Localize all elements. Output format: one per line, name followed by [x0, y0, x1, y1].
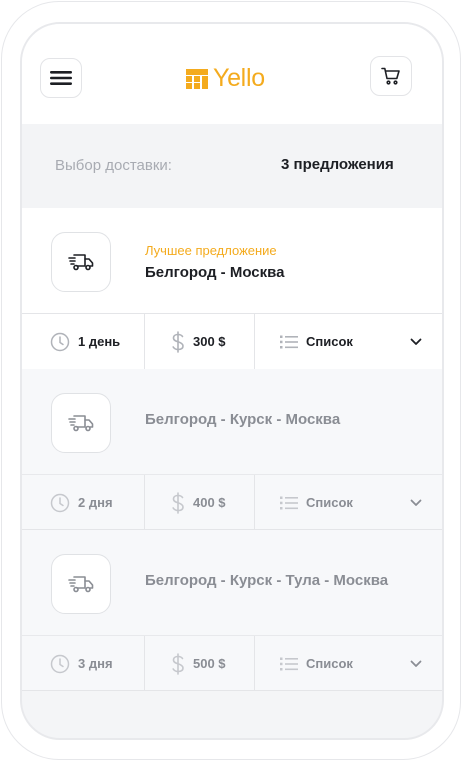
list-icon [280, 657, 298, 670]
delivery-price: 300 $ [145, 314, 255, 369]
logo-mark-icon [186, 68, 208, 89]
dollar-icon [172, 652, 184, 675]
chevron-down-icon [410, 338, 422, 345]
delivery-time: 3 дня [22, 636, 145, 691]
offer-card[interactable]: Белгород - Курск - Москва 2 дня 400 $ Сп… [22, 369, 442, 530]
delivery-price-value: 500 $ [193, 656, 226, 671]
truck-icon-box [51, 232, 111, 292]
offer-header: Белгород - Курск - Тула - Москва [22, 530, 442, 635]
delivery-truck-icon [68, 415, 94, 432]
brand-name: Yello [213, 64, 265, 92]
delivery-truck-icon [68, 254, 94, 271]
offer-card[interactable]: Лучшее предложение Белгород - Москва 1 д… [22, 208, 442, 369]
offer-header: Белгород - Курск - Москва [22, 369, 442, 474]
list-icon [280, 496, 298, 509]
chevron-down-icon [410, 660, 422, 667]
delivery-time-value: 2 дня [78, 495, 113, 510]
delivery-time-value: 3 дня [78, 656, 113, 671]
list-dropdown[interactable]: Список [255, 314, 442, 369]
delivery-price-value: 400 $ [193, 495, 226, 510]
list-label: Список [306, 656, 353, 671]
summary-label: Выбор доставки: [55, 157, 172, 174]
delivery-time: 1 день [22, 314, 145, 369]
delivery-price: 500 $ [145, 636, 255, 691]
truck-icon-box [51, 554, 111, 614]
list-dropdown[interactable]: Список [255, 475, 442, 530]
list-icon [280, 335, 298, 348]
offer-details: 2 дня 400 $ Список [22, 474, 442, 530]
offer-card[interactable]: Белгород - Курск - Тула - Москва 3 дня 5… [22, 530, 442, 691]
offer-route: Белгород - Москва [145, 264, 285, 281]
hamburger-menu-icon [50, 71, 72, 85]
shopping-cart-icon [381, 67, 400, 85]
clock-icon [50, 493, 70, 512]
dollar-icon [172, 491, 184, 514]
chevron-down-icon [410, 499, 422, 506]
divider [22, 690, 442, 691]
offer-route: Белгород - Курск - Тула - Москва [145, 572, 389, 589]
best-offer-badge: Лучшее предложение [145, 243, 277, 258]
dollar-icon [172, 330, 184, 353]
delivery-truck-icon [68, 576, 94, 593]
app-screen: Yello Выбор доставки: 3 предложения Лучш… [20, 22, 444, 740]
offers-count: 3 предложения [281, 156, 394, 173]
brand-logo[interactable]: Yello [186, 64, 265, 93]
offer-header: Лучшее предложение Белгород - Москва [22, 208, 442, 313]
list-label: Список [306, 495, 353, 510]
offer-route: Белгород - Курск - Москва [145, 411, 341, 428]
list-label: Список [306, 334, 353, 349]
clock-icon [50, 654, 70, 673]
list-dropdown[interactable]: Список [255, 636, 442, 691]
delivery-price-value: 300 $ [193, 334, 226, 349]
delivery-summary: Выбор доставки: 3 предложения [22, 124, 442, 208]
clock-icon [50, 332, 70, 351]
app-header: Yello [22, 24, 442, 124]
cart-button[interactable] [370, 56, 412, 96]
offer-details: 1 день 300 $ Список [22, 313, 442, 369]
delivery-time: 2 дня [22, 475, 145, 530]
offer-details: 3 дня 500 $ Список [22, 635, 442, 691]
delivery-price: 400 $ [145, 475, 255, 530]
delivery-time-value: 1 день [78, 334, 121, 349]
menu-button[interactable] [40, 58, 82, 98]
truck-icon-box [51, 393, 111, 453]
